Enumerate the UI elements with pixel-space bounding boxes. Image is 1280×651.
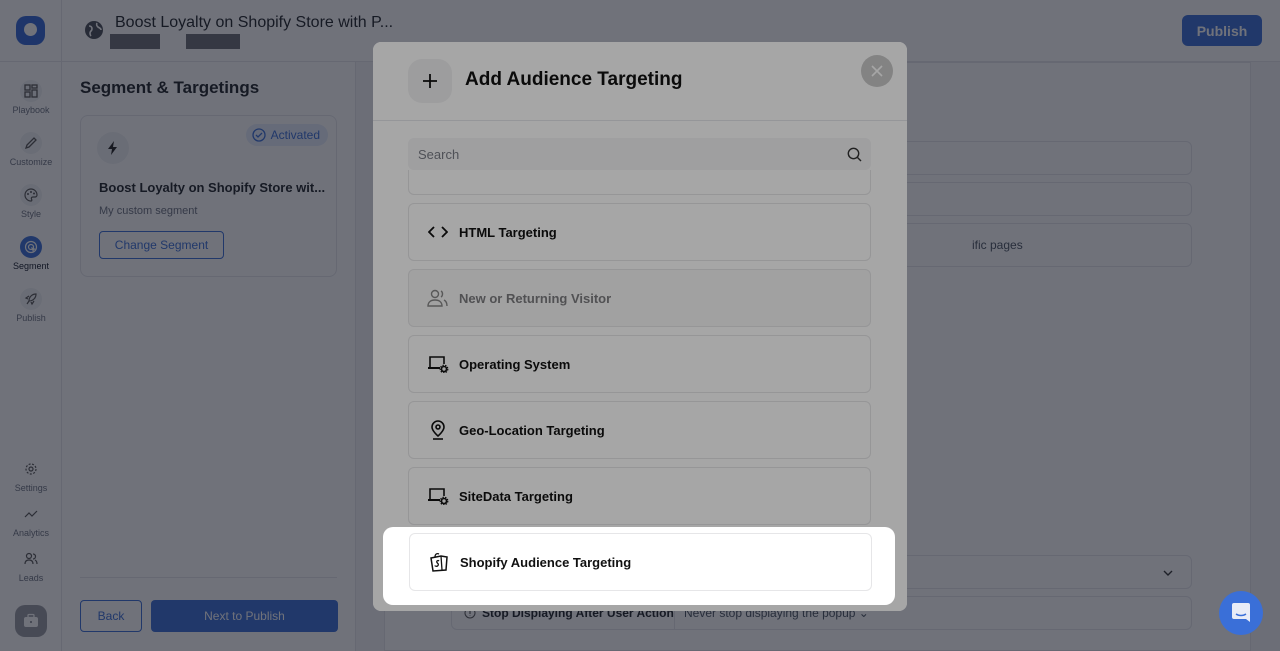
option-shopify-audience-targeting[interactable]: Shopify Audience Targeting — [409, 533, 872, 591]
chat-icon — [1232, 603, 1250, 622]
laptop-gear-icon — [427, 485, 449, 507]
highlight-spotlight: Shopify Audience Targeting — [383, 527, 895, 605]
option-label: SiteData Targeting — [459, 488, 573, 504]
option-label: Shopify Audience Targeting — [460, 554, 632, 570]
option-label: Operating System — [459, 356, 571, 372]
option-label: HTML Targeting — [459, 224, 557, 240]
search-box — [408, 138, 871, 170]
option-sitedata-targeting[interactable]: SiteData Targeting — [408, 467, 871, 525]
plus-icon — [408, 59, 452, 103]
close-icon — [871, 65, 883, 77]
option-new-or-returning-visitor[interactable]: New or Returning Visitor — [408, 269, 871, 327]
option-operating-system[interactable]: Operating System — [408, 335, 871, 393]
laptop-gear-icon — [427, 353, 449, 375]
chat-button[interactable] — [1219, 591, 1263, 635]
shopify-bag-icon — [428, 551, 450, 573]
option-label: New or Returning Visitor — [459, 290, 612, 306]
add-audience-targeting-modal: Add Audience Targeting HTML Targeting Ne… — [373, 42, 907, 611]
search-input[interactable] — [408, 138, 871, 170]
modal-header: Add Audience Targeting — [373, 42, 907, 121]
map-pin-icon — [427, 419, 449, 441]
option-item[interactable] — [408, 170, 871, 195]
modal-title: Add Audience Targeting — [465, 69, 683, 90]
option-geo-location-targeting[interactable]: Geo-Location Targeting — [408, 401, 871, 459]
option-html-targeting[interactable]: HTML Targeting — [408, 203, 871, 261]
close-button[interactable] — [861, 55, 893, 87]
users-return-icon — [427, 287, 449, 309]
option-label: Geo-Location Targeting — [459, 422, 605, 438]
search-icon[interactable] — [847, 147, 862, 162]
code-brackets-icon — [427, 221, 449, 243]
